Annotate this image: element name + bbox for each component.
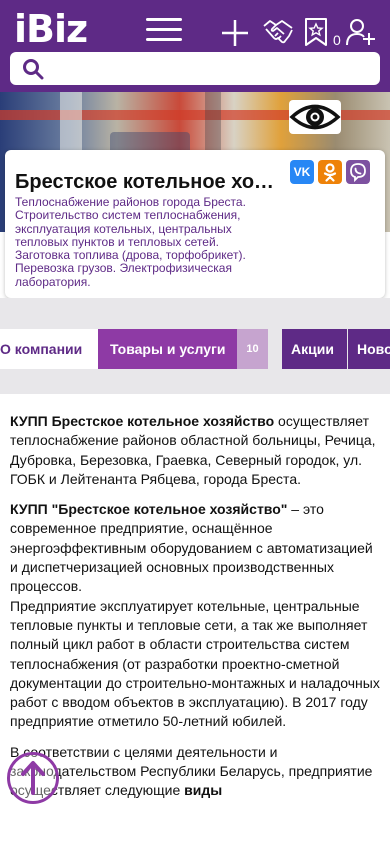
bookmark-star-icon[interactable] — [303, 17, 329, 47]
handshake-icon[interactable] — [262, 16, 294, 46]
plus-icon[interactable] — [221, 19, 249, 47]
tab-news-label: Новости — [357, 341, 390, 357]
paragraph-text: Предприятие эксплуатирует котельные, цен… — [10, 597, 380, 730]
scroll-to-top-button[interactable] — [7, 752, 59, 804]
vk-share-button[interactable]: VK — [290, 160, 314, 184]
company-description: Теплоснабжение районов города Бреста. Ст… — [15, 195, 246, 289]
arrow-up-icon — [21, 761, 45, 795]
tab-goods-services[interactable]: Товары и услуги 10 — [98, 329, 268, 369]
company-card: Брестское котельное хозяйство Теплоснабж… — [5, 150, 385, 298]
site-logo[interactable]: iBiz — [14, 6, 88, 52]
search-icon[interactable] — [22, 58, 44, 85]
about-paragraph: КУПП "Брестское котельное хозяйство" – э… — [10, 500, 382, 732]
company-name-bold: КУПП "Брестское котельное хозяйство" — [10, 501, 288, 518]
search-input[interactable] — [54, 56, 370, 81]
tab-promotions[interactable]: Акции — [282, 329, 347, 369]
about-paragraph: В соответствии с целями деятельности и з… — [10, 743, 382, 801]
tab-goods-services-label: Товары и услуги — [110, 341, 226, 357]
company-name-bold: КУПП Брестское котельное хозяйство — [10, 413, 275, 429]
add-user-icon[interactable] — [346, 18, 376, 46]
company-tabs: О компании Товары и услуги 10 Акции Ново… — [0, 329, 390, 369]
viber-icon — [350, 163, 366, 183]
paragraph-bold: виды — [184, 782, 223, 799]
company-name: Брестское котельное хозяйство — [15, 171, 275, 193]
favorites-count: 0 — [333, 32, 341, 48]
tab-about[interactable]: О компании — [0, 329, 98, 369]
tab-goods-count-badge: 10 — [237, 329, 268, 369]
about-content: КУПП Брестское котельное хозяйство осуще… — [10, 412, 382, 812]
odnoklassniki-icon — [323, 163, 337, 182]
ok-share-button[interactable] — [318, 160, 342, 184]
viber-share-button[interactable] — [346, 160, 370, 184]
top-bar: iBiz 0 — [0, 0, 390, 92]
tab-about-label: О компании — [0, 341, 83, 357]
menu-icon[interactable] — [146, 18, 182, 42]
eye-icon[interactable] — [289, 100, 341, 134]
tab-promotions-label: Акции — [291, 341, 334, 357]
search-bar — [10, 52, 380, 85]
vk-icon: VK — [293, 165, 311, 179]
about-paragraph: КУПП Брестское котельное хозяйство осуще… — [10, 412, 382, 489]
tab-news[interactable]: Новости — [348, 329, 390, 369]
